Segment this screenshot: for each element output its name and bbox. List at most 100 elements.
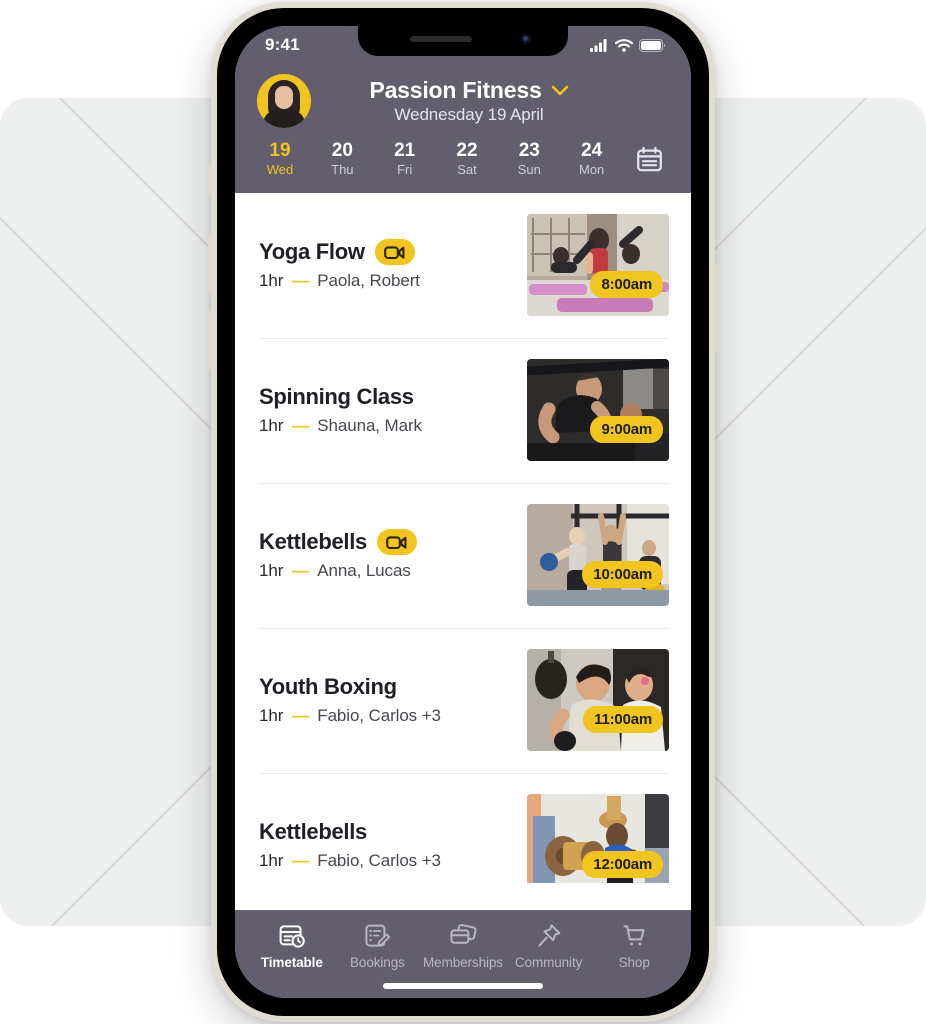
class-time-badge: 10:00am (582, 561, 663, 589)
class-text: Kettlebells 1hr — Fabio, Carlos +3 (259, 819, 527, 871)
list-item[interactable]: Spinning Class 1hr — Shauna, Mark 9:00am (235, 337, 691, 483)
shop-cart-icon (591, 921, 677, 951)
class-coaches: Shauna, Mark (317, 416, 422, 436)
video-class-badge[interactable] (376, 529, 417, 556)
youth-boxing-class-photo (527, 649, 669, 752)
date-chip-weekday: Thu (331, 161, 354, 177)
silent-switch[interactable] (208, 164, 212, 196)
class-title: Yoga Flow (259, 239, 365, 265)
status-icons (590, 38, 665, 52)
home-indicator[interactable] (383, 983, 543, 989)
class-text: Youth Boxing 1hr — Fabio, Carlos +3 (259, 674, 527, 726)
memberships-icon (420, 921, 506, 951)
nav-item-community[interactable]: Community (506, 921, 592, 970)
org-selector[interactable]: Passion Fitness (313, 77, 625, 104)
class-title: Kettlebells (259, 819, 367, 845)
date-chip-weekday: Fri (397, 161, 413, 177)
class-time-badge: 12:00am (582, 851, 663, 879)
header-date-label: Wednesday 19 April (394, 105, 544, 124)
phone-bezel: 9:41 Passion Fitness Wednesday 19 April … (217, 8, 709, 1016)
class-thumbnail[interactable]: 12:00am (527, 794, 669, 883)
list-item[interactable]: Kettlebells 1hr — Fabio, Carlos +3 12:00… (235, 772, 691, 883)
header-main: Passion Fitness Wednesday 19 April (235, 64, 691, 132)
class-duration: 1hr (259, 561, 284, 581)
meta-dash: — (292, 271, 309, 291)
date-chip-number: 19 (269, 140, 291, 161)
earpiece-speaker (410, 36, 472, 42)
class-title-row: Spinning Class (259, 384, 527, 410)
date-chip-21[interactable]: 21 Fri (386, 140, 424, 179)
volume-down-button[interactable] (208, 310, 212, 370)
battery-icon (639, 38, 665, 52)
date-chip-23[interactable]: 23 Sun (510, 140, 548, 179)
class-time-badge: 8:00am (590, 271, 663, 299)
avatar[interactable] (257, 74, 311, 128)
class-title-row: Youth Boxing (259, 674, 527, 700)
video-camera-icon (386, 536, 407, 549)
yoga-class-photo (527, 214, 669, 317)
class-title-row: Kettlebells (259, 819, 527, 845)
class-text: Spinning Class 1hr — Shauna, Mark (259, 384, 527, 436)
date-chip-weekday: Sun (517, 161, 541, 177)
date-chip-weekday: Mon (578, 161, 605, 177)
power-button[interactable] (714, 264, 718, 352)
list-item[interactable]: Yoga Flow 1hr — Paola, Robert 8:00am (235, 193, 691, 338)
class-text: Kettlebells 1hr — Anna, Lucas (259, 529, 527, 581)
spinning-class-photo (527, 359, 669, 462)
class-thumbnail[interactable]: 11:00am (527, 649, 669, 752)
class-time-badge: 11:00am (583, 706, 663, 734)
calendar-picker-button[interactable] (635, 144, 665, 174)
class-duration: 1hr (259, 851, 284, 871)
nav-item-shop[interactable]: Shop (591, 921, 677, 970)
device-notch (358, 26, 568, 56)
class-title-row: Yoga Flow (259, 239, 527, 266)
nav-item-bookings[interactable]: Bookings (335, 921, 421, 970)
date-chip-22[interactable]: 22 Sat (448, 140, 486, 179)
date-chip-number: 21 (394, 140, 416, 161)
chevron-down-icon (551, 85, 568, 96)
avatar-body (263, 110, 305, 128)
date-chip-number: 23 (518, 140, 540, 161)
date-strip: 19 Wed 20 Thu 21 Fri 22 Sat 23 Sun 24 Mo… (235, 132, 691, 193)
calendar-icon (637, 146, 663, 172)
video-class-badge[interactable] (374, 239, 415, 266)
class-coaches: Paola, Robert (317, 271, 420, 291)
class-coaches: Anna, Lucas (317, 561, 411, 581)
meta-dash: — (292, 851, 309, 871)
volume-up-button[interactable] (208, 234, 212, 294)
class-thumbnail[interactable]: 8:00am (527, 214, 669, 317)
status-time: 9:41 (265, 35, 300, 54)
class-title: Youth Boxing (259, 674, 397, 700)
class-thumbnail[interactable]: 10:00am (527, 504, 669, 607)
meta-dash: — (292, 706, 309, 726)
class-coaches: Fabio, Carlos +3 (317, 706, 441, 726)
list-item[interactable]: Kettlebells 1hr — Anna, Lucas 10:00am (235, 482, 691, 628)
class-thumbnail[interactable]: 9:00am (527, 359, 669, 462)
class-title-row: Kettlebells (259, 529, 527, 556)
class-time-badge: 9:00am (590, 416, 663, 444)
kettlebells-class-photo (527, 504, 669, 607)
class-title: Kettlebells (259, 529, 367, 555)
header-titles: Passion Fitness Wednesday 19 April (313, 77, 625, 125)
class-duration: 1hr (259, 271, 284, 291)
cellular-signal-icon (590, 38, 607, 52)
date-chip-19[interactable]: 19 Wed (261, 140, 299, 179)
class-timetable-list[interactable]: Yoga Flow 1hr — Paola, Robert 8:00am Spi… (235, 192, 691, 883)
video-camera-icon (384, 246, 405, 259)
list-item[interactable]: Youth Boxing 1hr — Fabio, Carlos +3 11:0… (235, 627, 691, 773)
nav-item-timetable[interactable]: Timetable (249, 921, 335, 970)
date-chip-20[interactable]: 20 Thu (323, 140, 361, 179)
date-chip-number: 22 (456, 140, 478, 161)
nav-label: Timetable (260, 955, 323, 970)
date-chip-weekday: Wed (266, 161, 294, 177)
nav-label: Community (514, 955, 583, 970)
class-meta: 1hr — Shauna, Mark (259, 416, 527, 436)
class-meta: 1hr — Anna, Lucas (259, 561, 527, 581)
avatar-face (275, 86, 293, 109)
class-coaches: Fabio, Carlos +3 (317, 851, 441, 871)
class-meta: 1hr — Fabio, Carlos +3 (259, 706, 527, 726)
date-chip-24[interactable]: 24 Mon (573, 140, 611, 179)
nav-label: Memberships (423, 955, 503, 970)
bookings-icon (335, 921, 421, 951)
nav-item-memberships[interactable]: Memberships (420, 921, 506, 970)
